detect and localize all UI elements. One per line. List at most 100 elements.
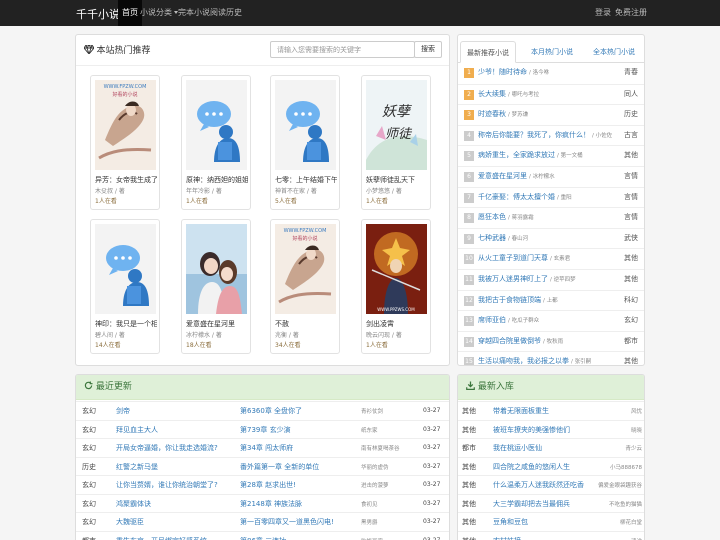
book-cover[interactable]: WWW.FPZW.COM 好看的小说 <box>95 80 156 170</box>
latest-chapter[interactable]: 第86章 三连抽 <box>240 536 360 540</box>
book-card[interactable]: 神印：我只是一个相信碧人间 / 著 14人在看 <box>90 219 160 354</box>
rank-item[interactable]: 11 我被万人迷男神盯上了 / 逆苹四梦 其他 <box>458 269 644 290</box>
book-title[interactable]: 异芳：女帝我生成了抖 <box>95 175 157 185</box>
newbook-category: 其他 <box>462 407 476 415</box>
latest-chapter[interactable]: 第2148章 神族法脉 <box>240 499 360 509</box>
rank-title[interactable]: 爱意盛在星河里 / 冰柠檬水 <box>478 171 555 181</box>
rank-item[interactable]: 10 从火工童子到道门天尊 / 玄素君 其他 <box>458 248 644 269</box>
rank-title[interactable]: 席师亚伯 / 吃瓜子群众 <box>478 315 539 325</box>
nav-history[interactable]: 阅读历史 <box>208 0 244 26</box>
latest-chapter[interactable]: 第6360章 全盘你了 <box>240 406 360 416</box>
book-cover[interactable] <box>95 224 156 314</box>
rank-number: 3 <box>464 110 474 121</box>
rank-title[interactable]: 生活以痛吻我，我必报之以拳 / 张引嗣 <box>478 356 591 365</box>
rank-item[interactable]: 5 病娇重生，全家跪求放过 / 第一文桶 其他 <box>458 145 644 166</box>
rank-title[interactable]: 我把古于食物链顶端 / 上都 <box>478 295 558 305</box>
book-title[interactable]: 爱意盛在星河里 <box>186 319 248 329</box>
book-cover[interactable] <box>186 224 247 314</box>
tab-month-hot[interactable]: 本月热门小说 <box>525 41 579 63</box>
book-title[interactable]: 七零：上午结婚下午相 <box>275 175 337 185</box>
book-card[interactable]: WWW.PPZWS.COM 剑出凌霄 晚云闪现 / 著 1人在看 <box>361 219 431 354</box>
rank-item[interactable]: 13 席师亚伯 / 吃瓜子群众 玄幻 <box>458 310 644 331</box>
newbook-author: 风忧 <box>630 409 642 415</box>
book-title[interactable]: 神印：我只是一个相信 <box>95 319 157 329</box>
book-card[interactable]: WWW.FPZW.COM 好看的小说 不赦 兆衡 / 著 34人在看 <box>270 219 340 354</box>
latest-row: 都市重生东京，开局绑定好感系统 第86章 三连抽吃饭写字 03-27 <box>76 530 449 540</box>
nav-complete[interactable]: 完本小说 <box>176 0 212 26</box>
rank-title[interactable]: 愿狂本色 / 蒋羽露霜 <box>478 212 534 222</box>
book-card[interactable]: 爱意盛在星河里 冰柠檬水 / 著 18人在看 <box>181 219 251 354</box>
site-logo[interactable]: 千千小说 <box>76 6 120 22</box>
rank-number: 11 <box>464 275 474 285</box>
latest-book-title[interactable]: 开局女帝逼婚，你让我走选婚流? <box>116 443 228 453</box>
rank-author: / 重阳 <box>557 194 572 201</box>
rank-title[interactable]: 少爷！随时待命 / 洛今咻 <box>478 67 549 77</box>
register-link[interactable]: 免费注册 <box>613 0 649 26</box>
rank-item[interactable]: 6 爱意盛在星河里 / 冰柠檬水 言情 <box>458 166 644 187</box>
latest-book-title[interactable]: 红警之新马堡 <box>116 462 228 472</box>
book-cover[interactable] <box>275 80 336 170</box>
book-cover[interactable] <box>186 80 247 170</box>
book-cover[interactable]: WWW.FPZW.COM 好看的小说 <box>275 224 336 314</box>
rank-title-text: 愿狂本色 <box>478 213 506 222</box>
tab-complete-hot[interactable]: 全本热门小说 <box>587 41 641 63</box>
rank-item[interactable]: 15 生活以痛吻我，我必报之以拳 / 张引嗣 其他 <box>458 351 644 365</box>
latest-date: 03-27 <box>423 481 441 488</box>
rank-item[interactable]: 3 时迹春秋 / 梦苏谦 历史 <box>458 104 644 125</box>
latest-book-title[interactable]: 大魏驱臣 <box>116 517 228 527</box>
book-title[interactable]: 剑出凌霄 <box>366 319 428 329</box>
search-button[interactable]: 搜索 <box>414 41 442 58</box>
book-title[interactable]: 原神：纳西妲的姐姐我 <box>186 175 248 185</box>
rank-title[interactable]: 千亿豪娶：傅太太擅个婚 / 重阳 <box>478 192 572 202</box>
rank-item[interactable]: 7 千亿豪娶：傅太太擅个婚 / 重阳 言情 <box>458 186 644 208</box>
rank-title[interactable]: 我被万人迷男神盯上了 / 逆苹四梦 <box>478 274 576 284</box>
rank-category: 科幻 <box>624 295 638 304</box>
newbook-header: 最新入库 <box>458 375 644 400</box>
rank-number: 4 <box>464 130 474 141</box>
login-link[interactable]: 登录 <box>593 0 613 26</box>
latest-chapter[interactable]: 第一百零四章又一道黑色闪电! <box>240 517 360 527</box>
search-input[interactable]: 请输入您需要搜索的关键字 <box>270 41 415 58</box>
tab-latest-recommend[interactable]: 最新推荐小说 <box>460 41 516 63</box>
book-card[interactable]: 原神：纳西妲的姐姐我年年冷影 / 著 1人在看 <box>181 75 251 210</box>
rank-category: 其他 <box>624 151 638 160</box>
rank-title[interactable]: 病娇重生，全家跪求放过 / 第一文桶 <box>478 150 583 160</box>
book-cover[interactable]: WWW.PPZWS.COM <box>366 224 427 314</box>
rank-item[interactable]: 4 称帝后你能要？我死了，你疯什么！ / 小佐佐 古言 <box>458 124 644 146</box>
latest-update-panel: 最近更新 玄幻 剑帝 第6360章 全盘你了 青衫仗剑 03-27 玄幻 拜见血主大人 第73… <box>75 374 450 540</box>
latest-book-title[interactable]: 剑帝 <box>116 406 228 416</box>
latest-chapter[interactable]: 第28章 赵求出世! <box>240 480 360 490</box>
book-card[interactable]: 妖孽 师徒 妖孽师徒乱天下 小梦悠悠 / 著 1人在看 <box>361 75 431 210</box>
latest-book-title[interactable]: 鸿聚霸体诀 <box>116 499 228 509</box>
latest-chapter[interactable]: 第739章 玄少演 <box>240 425 360 435</box>
rank-title[interactable]: 称帝后你能要？我死了，你疯什么！ / 小佐佐 <box>478 130 612 140</box>
rank-title[interactable]: 时迹春秋 / 梦苏谦 <box>478 109 528 119</box>
rank-title[interactable]: 七种武器 / 春山河 <box>478 233 528 243</box>
latest-chapter[interactable]: 第34章 闯太师府 <box>240 443 360 453</box>
book-title[interactable]: 妖孽师徒乱天下 <box>366 175 428 185</box>
book-card[interactable]: 七零：上午结婚下午相神首不在家 / 著 5人在看 <box>270 75 340 210</box>
rank-item[interactable]: 14 穿越四合院里做倒爷 / 牧秋雨 都市 <box>458 330 644 352</box>
book-title[interactable]: 不赦 <box>275 319 337 329</box>
latest-chapter[interactable]: 番外篇第一章 全新的单位 <box>240 462 360 472</box>
rank-item[interactable]: 2 长大续集 / 哪吒与考拉 同人 <box>458 83 644 105</box>
rank-title[interactable]: 穿越四合院里做倒爷 / 牧秋雨 <box>478 336 563 346</box>
latest-book-title[interactable]: 让你当赘婿，谁让你统治朝堂了? <box>116 480 228 490</box>
latest-category: 玄幻 <box>82 481 96 489</box>
rank-author: / 第一文桶 <box>557 153 583 160</box>
book-readers: 1人在看 <box>95 198 117 205</box>
book-readers: 1人在看 <box>186 198 208 205</box>
rank-number: 6 <box>464 172 474 182</box>
latest-book-title[interactable]: 重生东京，开局绑定好感系统 <box>116 536 228 540</box>
latest-book-title[interactable]: 拜见血主大人 <box>116 425 228 435</box>
rank-item[interactable]: 8 愿狂本色 / 蒋羽露霜 言情 <box>458 207 644 228</box>
book-cover[interactable]: 妖孽 师徒 <box>366 80 427 170</box>
rank-title[interactable]: 从火工童子到道门天尊 / 玄素君 <box>478 253 570 263</box>
rank-item[interactable]: 9 七种武器 / 春山河 武侠 <box>458 227 644 249</box>
rank-item[interactable]: 12 我把古于食物链顶端 / 上都 科幻 <box>458 289 644 311</box>
rank-item[interactable]: 1 少爷！随时待命 / 洛今咻 青春 <box>458 63 644 84</box>
nav-category[interactable]: 小说分类 <box>138 0 180 26</box>
book-card[interactable]: WWW.FPZW.COM好看的小说异芳：女帝我生成了抖木殳叔 / 著 1人在看 <box>90 75 160 210</box>
latest-date: 03-27 <box>423 407 441 414</box>
rank-title[interactable]: 长大续集 / 哪吒与考拉 <box>478 89 539 99</box>
